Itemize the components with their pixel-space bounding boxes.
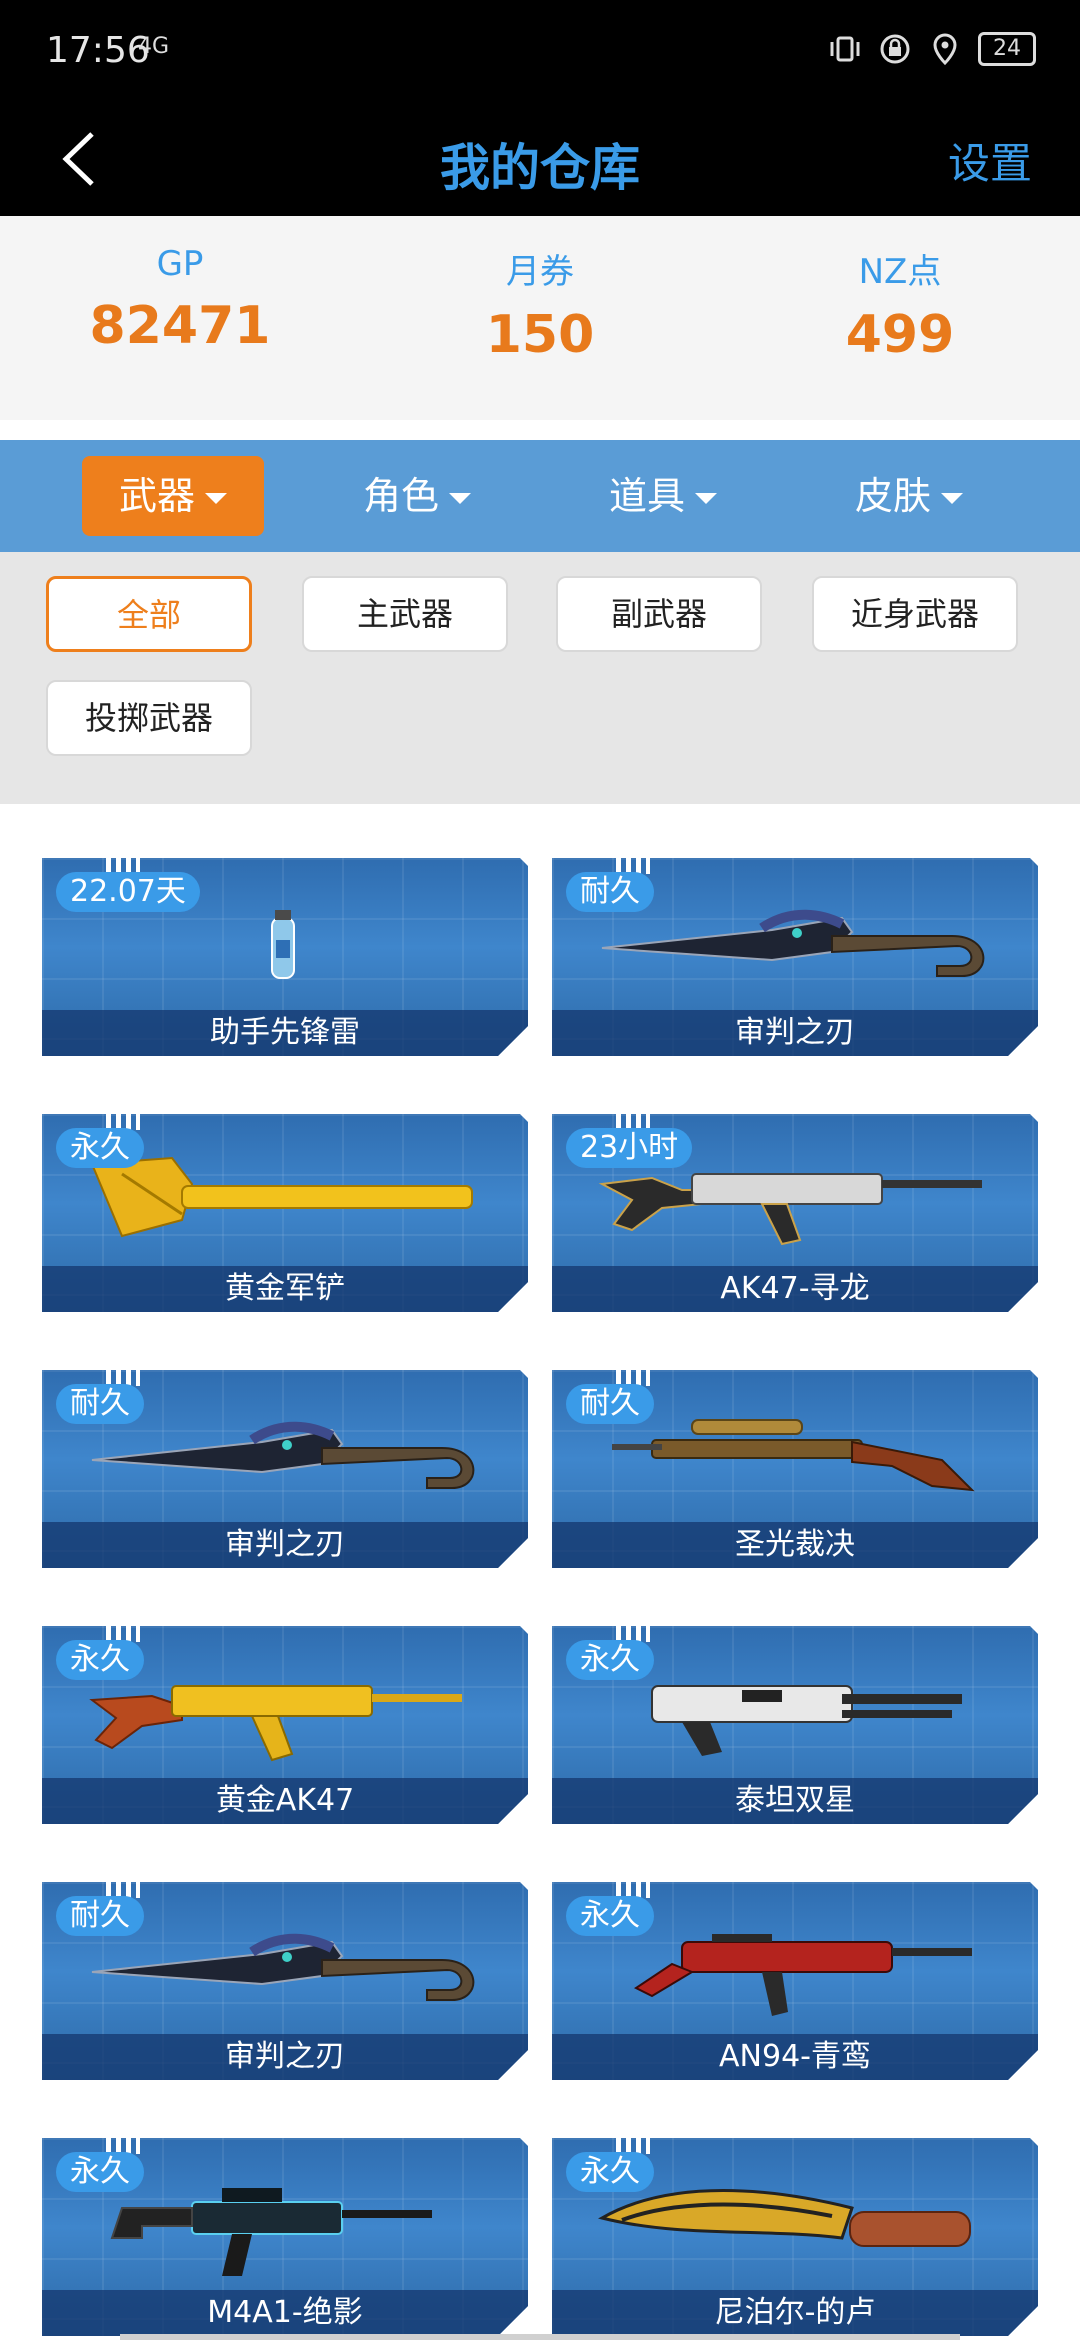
category-tab-bar: 武器 角色 道具 皮肤 [0, 440, 1080, 552]
status-icons: 24 [828, 32, 1036, 66]
balance-value: 150 [485, 305, 595, 365]
blade-icon [601, 909, 985, 977]
inventory-item[interactable]: 耐久 审判之刃 [552, 858, 1038, 1056]
item-name: 审判之刃 [552, 1010, 1038, 1056]
inventory-item[interactable]: 23小时 AK47-寻龙 [552, 1114, 1038, 1312]
inventory-item[interactable]: 22.07天 助手先锋雷 [42, 858, 528, 1056]
inventory-grid: 22.07天 助手先锋雷 耐久 审判之刃 永久 黄金军铲 23小时 AK47-寻… [0, 804, 1080, 2340]
tab-weapons[interactable]: 武器 [82, 456, 264, 536]
item-name: 尼泊尔-的卢 [552, 2290, 1038, 2336]
balance-monthly-coupon: 月券 150 [360, 216, 720, 420]
sniper-icon [612, 1419, 975, 1492]
tab-characters[interactable]: 角色 [326, 456, 508, 536]
status-bar: 17:56 4G 24 [0, 0, 1080, 110]
rifle-icon [634, 1934, 972, 2016]
scroll-indicator [120, 2334, 960, 2340]
filter-all[interactable]: 全部 [46, 576, 252, 652]
currency-summary: GP 82471 月券 150 NZ点 499 [0, 216, 1080, 420]
filter-melee-weapon[interactable]: 近身武器 [812, 576, 1018, 652]
settings-button[interactable]: 设置 [948, 130, 1032, 191]
status-time: 17:56 [46, 30, 150, 71]
balance-label: NZ点 [858, 252, 942, 292]
duration-badge: 22.07天 [56, 872, 200, 912]
vibrate-icon [828, 32, 862, 66]
knife-icon [598, 2189, 971, 2247]
duration-badge: 永久 [566, 2152, 654, 2192]
duration-badge: 永久 [56, 2152, 144, 2192]
network-indicator: 4G [138, 34, 170, 59]
duration-badge: 永久 [566, 1896, 654, 1936]
duration-badge: 耐久 [56, 1896, 144, 1936]
tab-label: 皮肤 [854, 474, 931, 518]
filter-throwing-weapon[interactable]: 投掷武器 [46, 680, 252, 756]
balance-gp: GP 82471 [0, 216, 360, 420]
tab-label: 角色 [362, 474, 439, 518]
caret-down-icon [941, 493, 963, 504]
inventory-item[interactable]: 耐久 圣光裁决 [552, 1370, 1038, 1568]
rifle-icon [89, 1685, 462, 1762]
inventory-item[interactable]: 耐久 审判之刃 [42, 1370, 528, 1568]
duration-badge: 耐久 [566, 1384, 654, 1424]
duration-badge: 耐久 [566, 872, 654, 912]
blade-icon [91, 1933, 475, 2001]
caret-down-icon [205, 493, 227, 504]
item-name: 助手先锋雷 [42, 1010, 528, 1056]
filter-primary-weapon[interactable]: 主武器 [302, 576, 508, 652]
tab-label: 道具 [608, 474, 685, 518]
app-header: 我的仓库 设置 [0, 110, 1080, 216]
balance-nz-points: NZ点 499 [720, 216, 1080, 420]
rifle-icon [110, 2188, 432, 2276]
inventory-item[interactable]: 永久 尼泊尔-的卢 [552, 2138, 1038, 2336]
item-name: AN94-青鸾 [552, 2034, 1038, 2080]
duration-badge: 23小时 [566, 1128, 693, 1168]
tab-label: 武器 [118, 474, 195, 518]
duration-badge: 永久 [56, 1640, 144, 1680]
duration-badge: 永久 [56, 1128, 144, 1168]
item-name: 圣光裁决 [552, 1522, 1038, 1568]
inventory-item[interactable]: 永久 黄金军铲 [42, 1114, 528, 1312]
lock-rotation-icon [878, 32, 912, 66]
duration-badge: 永久 [566, 1640, 654, 1680]
duration-badge: 耐久 [56, 1384, 144, 1424]
item-name: 泰坦双星 [552, 1778, 1038, 1824]
inventory-item[interactable]: 永久 黄金AK47 [42, 1626, 528, 1824]
caret-down-icon [449, 493, 471, 504]
item-name: 黄金AK47 [42, 1778, 528, 1824]
caret-down-icon [695, 493, 717, 504]
tab-skins[interactable]: 皮肤 [818, 456, 1000, 536]
balance-label: 月券 [506, 252, 574, 292]
page-title: 我的仓库 [440, 139, 640, 197]
balance-label: GP [156, 244, 204, 284]
balance-value: 499 [845, 305, 955, 365]
weapon-filter-panel: 全部 主武器 副武器 近身武器 投掷武器 [0, 552, 1080, 804]
balance-value: 82471 [89, 296, 271, 356]
blade-icon [91, 1421, 475, 1489]
filter-secondary-weapon[interactable]: 副武器 [556, 576, 762, 652]
item-name: 审判之刃 [42, 2034, 528, 2080]
tab-items[interactable]: 道具 [572, 456, 754, 536]
item-name: 审判之刃 [42, 1522, 528, 1568]
gun-icon [651, 1685, 962, 1756]
battery-indicator: 24 [978, 32, 1036, 66]
inventory-item[interactable]: 耐久 审判之刃 [42, 1882, 528, 2080]
inventory-item[interactable]: 永久 M4A1-绝影 [42, 2138, 528, 2336]
inventory-item[interactable]: 永久 AN94-青鸾 [552, 1882, 1038, 2080]
item-name: 黄金军铲 [42, 1266, 528, 1312]
location-icon [928, 32, 962, 66]
item-name: M4A1-绝影 [42, 2290, 528, 2336]
shovel-icon [90, 1156, 473, 1238]
inventory-item[interactable]: 永久 泰坦双星 [552, 1626, 1038, 1824]
item-name: AK47-寻龙 [552, 1266, 1038, 1312]
